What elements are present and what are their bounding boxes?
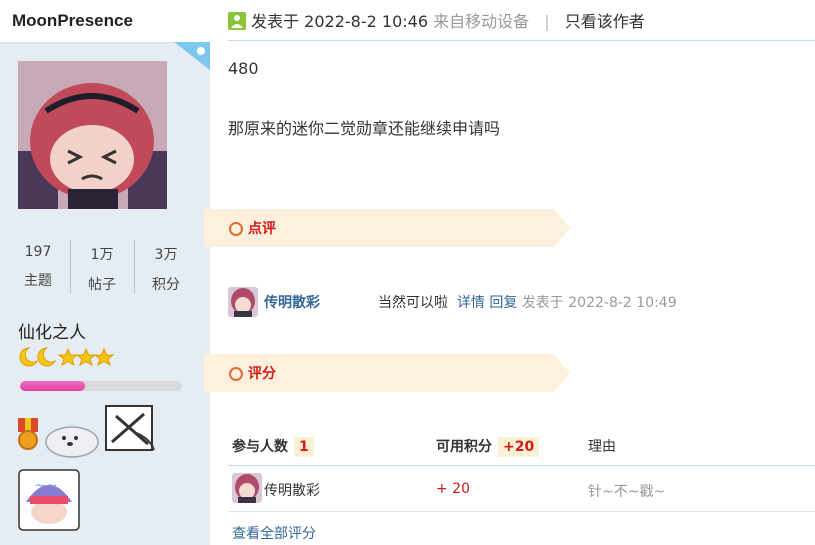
- rating-divider: [228, 465, 815, 466]
- online-status-icon: [228, 12, 246, 30]
- rating-divider: [228, 511, 815, 512]
- stat-posts[interactable]: 1万 帖子: [70, 238, 134, 296]
- post-content-line: 480: [228, 59, 259, 78]
- post-time: 发表于 2022-8-2 10:46: [251, 12, 429, 31]
- stat-points-label: 积分: [152, 277, 180, 293]
- medal-seal-icon: [45, 426, 99, 458]
- points-total: +20: [498, 437, 540, 457]
- comment-body: 当然可以啦 详情 回复 发表于 2022-8-2 10:49: [378, 292, 677, 312]
- header-divider: [228, 40, 815, 41]
- points-header: 可用积分 +20: [436, 436, 540, 457]
- post-header: 发表于 2022-8-2 10:46 来自移动设备 | 只看该作者: [228, 8, 645, 32]
- medal-character-icon: ~~: [18, 469, 80, 531]
- medal-ribbon-icon: [18, 418, 38, 450]
- participants-count: 1: [294, 437, 314, 457]
- stat-threads[interactable]: 197 主题: [6, 238, 70, 296]
- stat-threads-value: 197: [24, 244, 52, 260]
- commenter-avatar[interactable]: [228, 287, 258, 317]
- stat-posts-label: 帖子: [88, 277, 116, 293]
- commenter-name[interactable]: 传明散彩: [264, 292, 320, 312]
- stat-points-value: 3万: [154, 247, 178, 263]
- author-sidebar: MoonPresence 197 主题 1万 帖子 3万 积分 仙化之人 ~~: [0, 0, 210, 545]
- comments-title: 点评: [248, 221, 276, 237]
- stat-threads-label: 主题: [24, 273, 52, 289]
- svg-text:~~: ~~: [34, 478, 57, 494]
- header-separator: |: [544, 12, 550, 31]
- post-main: 发表于 2022-8-2 10:46 来自移动设备 | 只看该作者 480 那原…: [204, 0, 815, 545]
- stat-posts-value: 1万: [90, 247, 114, 263]
- comment-text: 当然可以啦: [378, 295, 448, 311]
- rating-reason: 针~不~戳~: [588, 484, 666, 500]
- post-content-line: 那原来的迷你二觉勋章还能继续申请吗: [228, 119, 501, 138]
- rating-table-header: 参与人数 1 可用积分 +20 理由: [228, 432, 815, 457]
- rating-score: + 20: [436, 481, 470, 497]
- comment-detail-link[interactable]: 详情: [457, 295, 485, 311]
- online-corner-icon: [174, 42, 210, 70]
- rater-avatar[interactable]: [232, 473, 262, 503]
- rating-title: 评分: [248, 366, 276, 382]
- author-stats: 197 主题 1万 帖子 3万 积分: [6, 238, 204, 296]
- comment-reply-link[interactable]: 回复: [489, 295, 517, 311]
- post-device: 来自移动设备: [433, 12, 530, 31]
- level-progress-bar: [20, 381, 182, 391]
- participants-header: 参与人数 1: [232, 436, 314, 457]
- level-progress-fill: [20, 381, 85, 391]
- username-bar: MoonPresence: [0, 0, 210, 43]
- stat-points[interactable]: 3万 积分: [134, 238, 198, 296]
- reason-header: 理由: [588, 439, 616, 455]
- rating-section-header: 评分: [204, 354, 572, 392]
- comment-time: 发表于 2022-8-2 10:49: [521, 295, 677, 311]
- only-author-link[interactable]: 只看该作者: [565, 12, 645, 31]
- view-all-ratings-link[interactable]: 查看全部评分: [232, 523, 316, 543]
- level-stars-icon: [19, 347, 115, 367]
- comments-section-header: 点评: [204, 209, 572, 247]
- rank-title: 仙化之人: [18, 323, 86, 343]
- medals: ~~: [18, 405, 155, 531]
- participants-label: 参与人数: [232, 439, 288, 455]
- author-avatar[interactable]: [18, 61, 167, 209]
- author-username[interactable]: MoonPresence: [12, 11, 133, 31]
- rating-row: 传明散彩 + 20 针~不~戳~: [228, 473, 815, 505]
- points-label: 可用积分: [436, 439, 492, 455]
- comment-item: 传明散彩 当然可以啦 详情 回复 发表于 2022-8-2 10:49: [228, 287, 815, 317]
- rater-name[interactable]: 传明散彩: [264, 480, 320, 500]
- medal-sketch-icon: [105, 405, 155, 451]
